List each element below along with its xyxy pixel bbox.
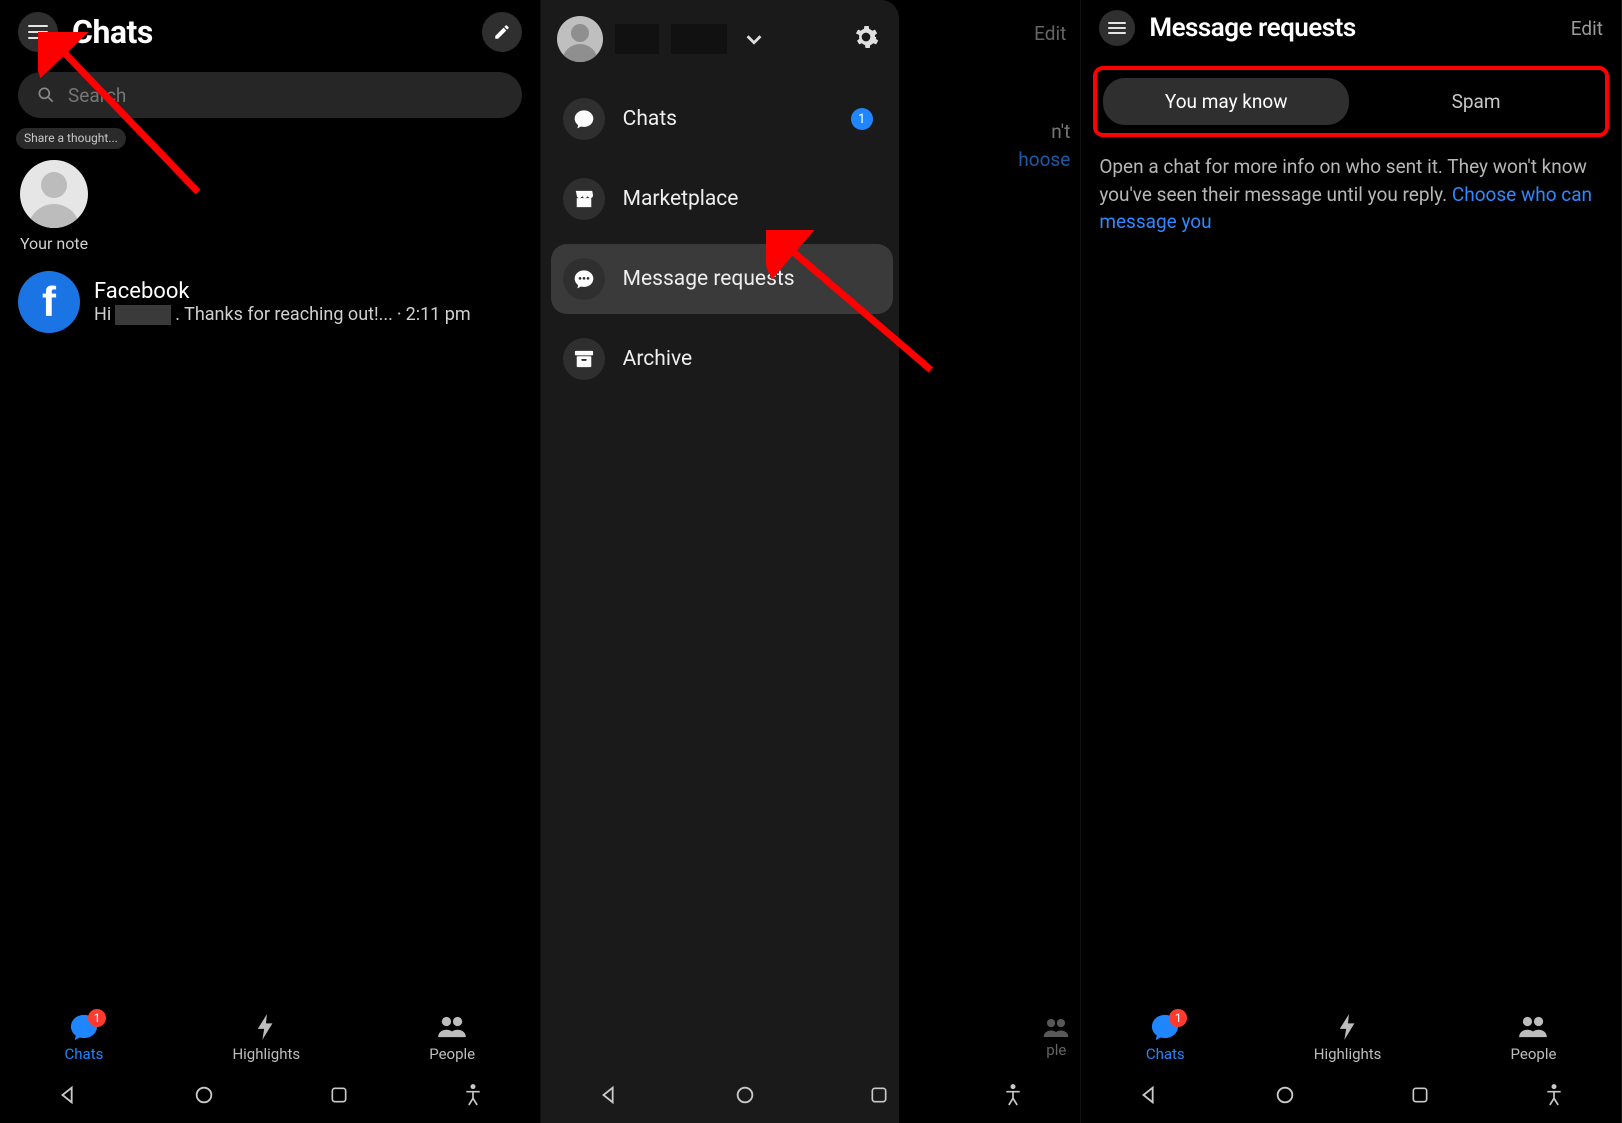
avatar-icon	[20, 160, 88, 228]
requests-info: Open a chat for more info on who sent it…	[1081, 145, 1621, 244]
nav-highlights[interactable]: Highlights	[1314, 1013, 1382, 1063]
lightning-icon	[1332, 1013, 1364, 1041]
search-bar[interactable]	[18, 72, 522, 118]
note-bubble: Share a thought...	[16, 128, 126, 149]
chat-bubble-icon: 1	[68, 1013, 100, 1041]
page-title: Chats	[72, 13, 153, 51]
android-nav-bar	[1081, 1071, 1621, 1123]
profile-avatar[interactable]	[557, 16, 603, 62]
drawer-item-archive[interactable]: Archive	[551, 324, 893, 394]
side-drawer: Chats 1 Marketplace Message requests Arc…	[541, 0, 899, 1123]
home-button[interactable]	[1274, 1084, 1296, 1110]
unread-badge: 1	[851, 108, 873, 130]
drawer-item-label: Marketplace	[623, 187, 739, 211]
redacted-block	[671, 24, 727, 54]
chats-screen: Chats Share a thought... Your note f Fac…	[0, 0, 541, 1123]
back-button[interactable]	[1138, 1084, 1160, 1110]
chat-preview: Hi . Thanks for reaching out!... · 2:11 …	[94, 304, 471, 325]
requests-tabs-highlight: You may know Spam	[1093, 66, 1609, 137]
your-note-label: Your note	[20, 234, 88, 253]
chat-preview-prefix: Hi	[94, 304, 111, 325]
drawer-item-label: Chats	[623, 107, 677, 131]
chats-header: Chats	[0, 0, 540, 60]
chat-row-facebook[interactable]: f Facebook Hi . Thanks for reaching out!…	[0, 261, 540, 343]
requests-header: Message requests Edit	[1081, 0, 1621, 54]
tab-spam[interactable]: Spam	[1353, 78, 1599, 125]
drawer-item-label: Archive	[623, 347, 692, 371]
drawer-item-marketplace[interactable]: Marketplace	[551, 164, 893, 234]
settings-button[interactable]	[853, 24, 879, 54]
people-icon	[1517, 1013, 1549, 1041]
home-button[interactable]	[734, 1084, 756, 1110]
nav-people-label: People	[429, 1045, 475, 1063]
people-icon	[436, 1013, 468, 1041]
message-requests-screen: Message requests Edit You may know Spam …	[1081, 0, 1622, 1123]
nav-highlights[interactable]: Highlights	[232, 1013, 300, 1063]
chat-bubble-icon: 1	[1149, 1013, 1181, 1041]
recents-button[interactable]	[869, 1085, 889, 1109]
home-button[interactable]	[193, 1084, 215, 1110]
nav-chats[interactable]: 1 Chats	[65, 1013, 104, 1063]
nav-highlights-label: Highlights	[232, 1045, 300, 1063]
drawer-item-chats[interactable]: Chats 1	[551, 84, 893, 154]
accessibility-button[interactable]	[1544, 1083, 1564, 1111]
search-input[interactable]	[68, 84, 504, 107]
recents-button[interactable]	[1410, 1085, 1430, 1109]
edit-button[interactable]: Edit	[1571, 17, 1603, 40]
nav-people[interactable]: People	[1511, 1013, 1557, 1063]
android-nav-bar	[0, 1071, 540, 1123]
hamburger-icon	[1108, 22, 1126, 34]
unread-badge: 1	[1169, 1009, 1187, 1027]
chevron-down-icon[interactable]	[743, 28, 765, 50]
recents-button[interactable]	[329, 1085, 349, 1109]
chat-bubble-icon	[563, 98, 605, 140]
your-note[interactable]: Share a thought... Your note	[18, 134, 90, 253]
tab-you-may-know[interactable]: You may know	[1103, 78, 1349, 125]
pencil-icon	[493, 23, 511, 41]
hamburger-button[interactable]	[18, 12, 58, 52]
drawer-item-label: Message requests	[623, 267, 795, 291]
nav-highlights-label: Highlights	[1314, 1045, 1382, 1063]
lightning-icon	[250, 1013, 282, 1041]
back-button[interactable]	[57, 1084, 79, 1110]
nav-chats-label: Chats	[1146, 1045, 1185, 1063]
android-nav-bar	[541, 1071, 1081, 1123]
chat-name: Facebook	[94, 279, 471, 304]
bottom-nav: 1 Chats Highlights People	[0, 991, 540, 1069]
back-button[interactable]	[598, 1084, 620, 1110]
bottom-nav: 1 Chats Highlights People	[1081, 991, 1621, 1069]
nav-people-label: People	[1511, 1045, 1557, 1063]
hamburger-button[interactable]	[1099, 10, 1135, 46]
nav-people[interactable]: People	[429, 1013, 475, 1063]
redacted-block	[615, 24, 659, 54]
search-icon	[36, 85, 56, 105]
notes-row: Share a thought... Your note	[0, 128, 540, 261]
facebook-logo-icon: f	[18, 271, 80, 333]
marketplace-icon	[563, 178, 605, 220]
chat-time: 2:11 pm	[406, 304, 471, 325]
redacted-name	[115, 305, 171, 325]
nav-chats[interactable]: 1 Chats	[1146, 1013, 1185, 1063]
drawer-screen: Edit n't hoose ple Chats 1 Marketp	[541, 0, 1082, 1123]
message-requests-icon	[563, 258, 605, 300]
accessibility-button[interactable]	[1003, 1083, 1023, 1111]
drawer-header	[551, 16, 893, 70]
compose-button[interactable]	[482, 12, 522, 52]
gear-icon	[853, 24, 879, 50]
page-title: Message requests	[1149, 13, 1355, 43]
accessibility-button[interactable]	[463, 1083, 483, 1111]
unread-badge: 1	[88, 1009, 106, 1027]
chat-row-text: Facebook Hi . Thanks for reaching out!..…	[94, 279, 471, 325]
hamburger-icon	[28, 25, 48, 39]
chat-preview-suffix: . Thanks for reaching out!...	[175, 304, 393, 325]
nav-chats-label: Chats	[65, 1045, 104, 1063]
archive-icon	[563, 338, 605, 380]
chat-time-sep: ·	[397, 304, 402, 325]
drawer-item-message-requests[interactable]: Message requests	[551, 244, 893, 314]
drawer-list: Chats 1 Marketplace Message requests Arc…	[551, 84, 893, 394]
